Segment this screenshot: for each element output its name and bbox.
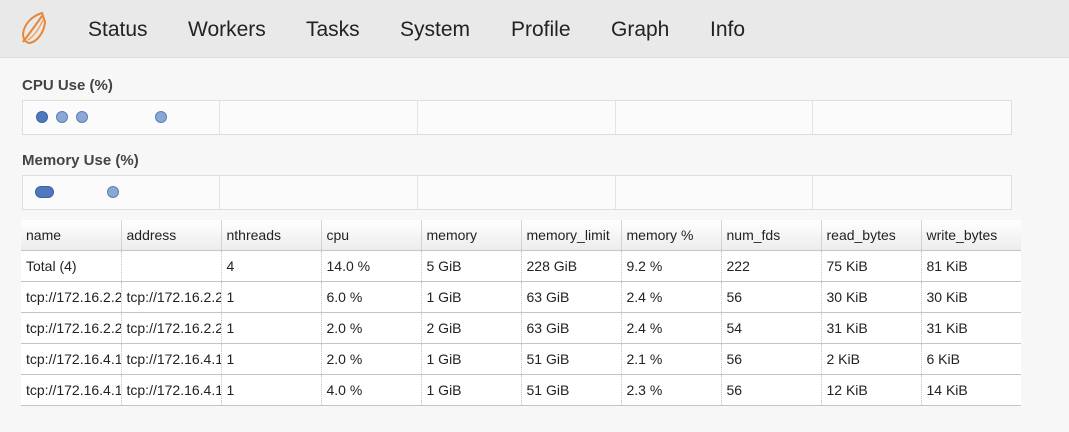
memory-marker[interactable] <box>107 186 119 198</box>
cpu-marker[interactable] <box>76 111 88 123</box>
column-header-memory[interactable]: memory <box>421 220 522 251</box>
table-cell: 51 GiB <box>521 343 622 375</box>
table-header-row: name address nthreads cpu memory memory_… <box>21 220 1021 251</box>
table-cell: 1 <box>221 343 322 375</box>
nav-tasks[interactable]: Tasks <box>306 17 360 43</box>
table-cell: tcp://172.16.4.1 <box>121 374 222 406</box>
table-cell: 222 <box>721 250 822 282</box>
column-header-memory-limit[interactable]: memory_limit <box>521 220 622 251</box>
table-cell: 56 <box>721 374 822 406</box>
table-cell: 1 GiB <box>421 343 522 375</box>
column-header-read-bytes[interactable]: read_bytes <box>821 220 922 251</box>
cpu-marker[interactable] <box>56 111 68 123</box>
table-cell: 56 <box>721 281 822 313</box>
nav-status[interactable]: Status <box>88 17 148 43</box>
table-row[interactable]: tcp://172.16.4.1 tcp://172.16.4.1 1 2.0 … <box>21 343 1021 375</box>
table-cell: tcp://172.16.2.2 <box>121 312 222 344</box>
table-cell: tcp://172.16.4.1 <box>21 374 122 406</box>
table-cell: tcp://172.16.2.2 <box>121 281 222 313</box>
table-cell: 2.1 % <box>621 343 722 375</box>
table-cell: 30 KiB <box>921 281 1021 313</box>
table-cell: 31 KiB <box>821 312 922 344</box>
navbar: Status Workers Tasks System Profile Grap… <box>0 0 1069 58</box>
table-cell: 2.4 % <box>621 312 722 344</box>
table-cell: 4.0 % <box>321 374 422 406</box>
table-cell <box>121 250 222 282</box>
table-row[interactable]: tcp://172.16.2.2 tcp://172.16.2.2 1 6.0 … <box>21 281 1021 313</box>
table-cell: 1 GiB <box>421 374 522 406</box>
column-header-num-fds[interactable]: num_fds <box>721 220 822 251</box>
cpu-use-title: CPU Use (%) <box>22 77 113 94</box>
table-row[interactable]: tcp://172.16.4.1 tcp://172.16.4.1 1 4.0 … <box>21 374 1021 406</box>
table-cell: 9.2 % <box>621 250 722 282</box>
nav-info[interactable]: Info <box>710 17 745 43</box>
table-cell: 2.4 % <box>621 281 722 313</box>
table-cell: 14.0 % <box>321 250 422 282</box>
table-cell: tcp://172.16.4.1 <box>121 343 222 375</box>
table-cell: 31 KiB <box>921 312 1021 344</box>
column-header-cpu[interactable]: cpu <box>321 220 422 251</box>
table-cell: 54 <box>721 312 822 344</box>
table-row[interactable]: tcp://172.16.2.2 tcp://172.16.2.2 1 2.0 … <box>21 312 1021 344</box>
column-header-nthreads[interactable]: nthreads <box>221 220 322 251</box>
memory-use-title: Memory Use (%) <box>22 152 139 169</box>
table-cell: 2 KiB <box>821 343 922 375</box>
nav-graph[interactable]: Graph <box>611 17 669 43</box>
table-cell: 6 KiB <box>921 343 1021 375</box>
cpu-marker[interactable] <box>36 111 48 123</box>
table-cell: 4 <box>221 250 322 282</box>
memory-marker[interactable] <box>35 186 54 198</box>
table-cell: 51 GiB <box>521 374 622 406</box>
table-cell: 56 <box>721 343 822 375</box>
column-header-memory-percent[interactable]: memory % <box>621 220 722 251</box>
table-cell: 2 GiB <box>421 312 522 344</box>
table-cell: 5 GiB <box>421 250 522 282</box>
table-cell: 6.0 % <box>321 281 422 313</box>
column-header-name[interactable]: name <box>21 220 122 251</box>
table-cell: 30 KiB <box>821 281 922 313</box>
column-header-write-bytes[interactable]: write_bytes <box>921 220 1021 251</box>
table-cell: 1 <box>221 281 322 313</box>
nav-system[interactable]: System <box>400 17 470 43</box>
table-row[interactable]: Total (4) 4 14.0 % 5 GiB 228 GiB 9.2 % 2… <box>21 250 1021 282</box>
table-cell: 75 KiB <box>821 250 922 282</box>
dask-logo-icon[interactable] <box>18 10 50 46</box>
table-cell: 1 <box>221 374 322 406</box>
table-cell: tcp://172.16.2.2 <box>21 281 122 313</box>
table-cell: 1 <box>221 312 322 344</box>
table-cell: 228 GiB <box>521 250 622 282</box>
memory-use-plot[interactable] <box>22 175 1012 210</box>
table-cell: 81 KiB <box>921 250 1021 282</box>
table-cell: 2.0 % <box>321 312 422 344</box>
table-cell: 63 GiB <box>521 281 622 313</box>
table-cell: 63 GiB <box>521 312 622 344</box>
table-cell: 14 KiB <box>921 374 1021 406</box>
table-cell: 2.0 % <box>321 343 422 375</box>
column-header-address[interactable]: address <box>121 220 222 251</box>
table-cell: 2.3 % <box>621 374 722 406</box>
cpu-marker[interactable] <box>155 111 167 123</box>
table-cell: tcp://172.16.4.1 <box>21 343 122 375</box>
cpu-use-plot[interactable] <box>22 100 1012 135</box>
table-cell: Total (4) <box>21 250 122 282</box>
workers-table: name address nthreads cpu memory memory_… <box>21 220 1021 406</box>
table-cell: tcp://172.16.2.2 <box>21 312 122 344</box>
table-cell: 1 GiB <box>421 281 522 313</box>
table-cell: 12 KiB <box>821 374 922 406</box>
nav-profile[interactable]: Profile <box>511 17 571 43</box>
nav-workers[interactable]: Workers <box>188 17 266 43</box>
